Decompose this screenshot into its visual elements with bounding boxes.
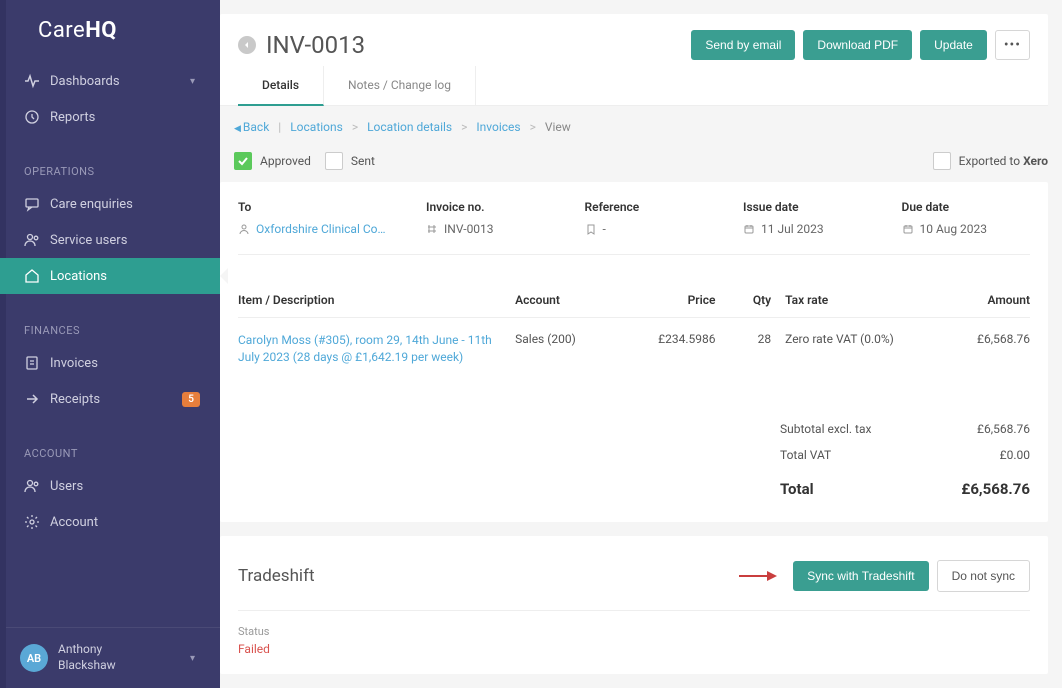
breadcrumb-current: View [545,120,571,134]
sent-checkbox[interactable] [325,152,343,170]
tab-notes[interactable]: Notes / Change log [324,66,476,105]
more-menu-button[interactable]: ••• [995,30,1030,60]
total-label: Total [780,480,814,498]
send-email-button[interactable]: Send by email [691,30,795,60]
breadcrumb-back[interactable]: Back [243,120,269,134]
tradeshift-card: Tradeshift Sync with Tradeshift Do not s… [220,536,1048,674]
vat-value: £0.00 [1000,448,1030,462]
user-footer[interactable]: AB Anthony Blackshaw ▾ [0,627,220,687]
nav-users[interactable]: Users [0,468,220,504]
ts-status-value: Failed [238,642,1030,656]
avatar: AB [20,644,48,672]
th-tax: Tax rate [771,293,919,307]
issue-label: Issue date [743,200,872,214]
exported-label: Exported to Xero [959,154,1048,168]
nav-reports[interactable]: Reports [0,99,220,135]
due-label: Due date [902,200,1031,214]
nav-care-enquiries[interactable]: Care enquiries [0,186,220,222]
breadcrumb-locations[interactable]: Locations [290,120,343,134]
line-acct: Sales (200) [515,332,615,346]
th-qty: Qty [715,293,771,307]
invno-value: INV-0013 [444,222,494,236]
exported-checkbox[interactable] [933,152,951,170]
gear-icon [24,514,40,530]
line-qty: 28 [715,332,771,346]
sent-label: Sent [351,154,375,168]
invoice-card: To Oxfordshire Clinical Com... Invoice n… [220,182,1048,522]
approved-label: Approved [260,154,311,168]
tradeshift-title: Tradeshift [238,566,737,586]
line-amt: £6,568.76 [919,332,1030,346]
issue-value: 11 Jul 2023 [761,222,824,236]
arrow-annotation-icon [737,569,781,583]
update-button[interactable]: Update [920,30,987,60]
nav-locations[interactable]: Locations [0,258,220,294]
nav-dashboards[interactable]: Dashboards ▾ [0,63,220,99]
header: INV-0013 Send by email Download PDF Upda… [220,14,1048,106]
chevron-down-icon: ▾ [190,76,200,87]
tab-details[interactable]: Details [238,66,324,106]
ref-value: - [603,222,606,236]
section-account: ACCOUNT [0,433,220,468]
subtotal-label: Subtotal excl. tax [780,422,871,436]
th-desc: Item / Description [238,293,515,307]
nav-service-users[interactable]: Service users [0,222,220,258]
ts-status-label: Status [238,625,1030,638]
arrow-right-icon [24,391,40,407]
ref-label: Reference [585,200,714,214]
total-value: £6,568.76 [961,480,1030,498]
breadcrumb: ◀Back | Locations > Location details > I… [220,106,1062,144]
clock-icon [24,109,40,125]
users-icon [24,232,40,248]
hash-icon [426,223,438,235]
th-price: Price [615,293,715,307]
pulse-icon [24,73,40,89]
to-value[interactable]: Oxfordshire Clinical Com... [256,222,396,236]
receipts-badge: 5 [182,392,200,407]
line-tax: Zero rate VAT (0.0%) [771,332,919,346]
nav-invoices[interactable]: Invoices [0,345,220,381]
nav-account[interactable]: Account [0,504,220,540]
to-label: To [238,200,396,214]
th-amt: Amount [919,293,1030,307]
person-icon [238,223,250,235]
chevron-down-icon: ▾ [190,653,200,664]
breadcrumb-location-details[interactable]: Location details [367,120,452,134]
download-pdf-button[interactable]: Download PDF [803,30,912,60]
page-title: INV-0013 [266,31,691,59]
do-not-sync-button[interactable]: Do not sync [937,560,1030,592]
sync-tradeshift-button[interactable]: Sync with Tradeshift [793,561,928,591]
th-acct: Account [515,293,615,307]
line-row: Carolyn Moss (#305), room 29, 14th June … [238,318,1030,386]
vat-label: Total VAT [780,448,831,462]
section-finances: FINANCES [0,310,220,345]
breadcrumb-invoices[interactable]: Invoices [476,120,520,134]
chat-icon [24,196,40,212]
home-icon [24,268,40,284]
brand-logo[interactable]: CareHQ [0,0,220,55]
approved-checkbox[interactable] [234,152,252,170]
user-name: Anthony Blackshaw [58,642,180,673]
due-value: 10 Aug 2023 [920,222,988,236]
invoice-icon [24,355,40,371]
line-price: £234.5986 [615,332,715,346]
calendar-icon [743,223,755,235]
back-caret-icon: ◀ [234,124,241,134]
subtotal-value: £6,568.76 [977,422,1030,436]
calendar-icon [902,223,914,235]
nav-receipts[interactable]: Receipts 5 [0,381,220,417]
back-button[interactable] [238,36,256,54]
line-desc[interactable]: Carolyn Moss (#305), room 29, 14th June … [238,332,515,366]
bookmark-icon [585,223,597,235]
invno-label: Invoice no. [426,200,555,214]
section-operations: OPERATIONS [0,151,220,186]
users-icon [24,478,40,494]
sidebar: CareHQ Dashboards ▾ Reports OPERATIONS C… [0,0,220,688]
